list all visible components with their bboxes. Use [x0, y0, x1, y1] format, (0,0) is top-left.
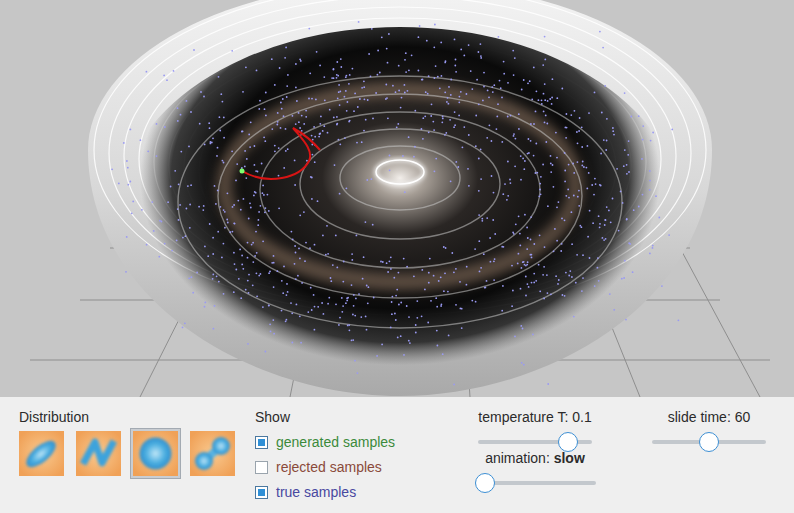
animation-thumb[interactable]: [475, 473, 495, 493]
distribution-label: Distribution: [19, 409, 255, 426]
show-checkbox[interactable]: [255, 461, 268, 474]
animation-value: slow: [554, 450, 585, 466]
distribution-icon: [190, 431, 235, 476]
true-samples: [111, 21, 679, 385]
show-option[interactable]: rejected samples: [255, 455, 441, 480]
distribution-options: [16, 428, 255, 479]
show-checkbox[interactable]: [255, 436, 268, 449]
slide-time-slider[interactable]: [652, 440, 766, 444]
control-panel: Distribution Show generated samples rejec…: [0, 397, 794, 513]
generated-samples: [240, 128, 321, 179]
distribution-group: Distribution: [19, 409, 255, 513]
3d-view[interactable]: [0, 0, 794, 397]
show-option[interactable]: generated samples: [255, 430, 441, 455]
distribution-thumb[interactable]: [187, 428, 238, 479]
show-option[interactable]: true samples: [255, 480, 441, 505]
distribution-icon: [19, 431, 64, 476]
show-checkbox[interactable]: [255, 486, 268, 499]
temperature-label: temperature T: 0.1: [441, 409, 629, 426]
temperature-group: temperature T: 0.1 animation: slow: [441, 409, 629, 513]
distribution-icon: [76, 431, 121, 476]
distribution-thumb[interactable]: [73, 428, 124, 479]
slide-time-label: slide time: 60: [629, 409, 789, 426]
temperature-thumb[interactable]: [558, 432, 578, 452]
distribution-icon: [133, 431, 178, 476]
animation-slider[interactable]: [475, 481, 596, 485]
distribution-thumb[interactable]: [16, 428, 67, 479]
bowl-plot[interactable]: [0, 0, 794, 397]
slide-time-thumb[interactable]: [699, 432, 719, 452]
slide-time-group: slide time: 60: [629, 409, 789, 513]
show-label: Show: [255, 409, 441, 426]
temperature-slider[interactable]: [478, 440, 592, 444]
show-option-label[interactable]: true samples: [276, 484, 356, 501]
bowl-interior: [118, 27, 682, 397]
show-option-label[interactable]: rejected samples: [276, 459, 382, 476]
distribution-thumb[interactable]: [130, 428, 181, 479]
show-group: Show generated samples rejected samples tr…: [255, 409, 441, 513]
animation-label: animation: slow: [441, 450, 629, 467]
show-option-label[interactable]: generated samples: [276, 434, 395, 451]
